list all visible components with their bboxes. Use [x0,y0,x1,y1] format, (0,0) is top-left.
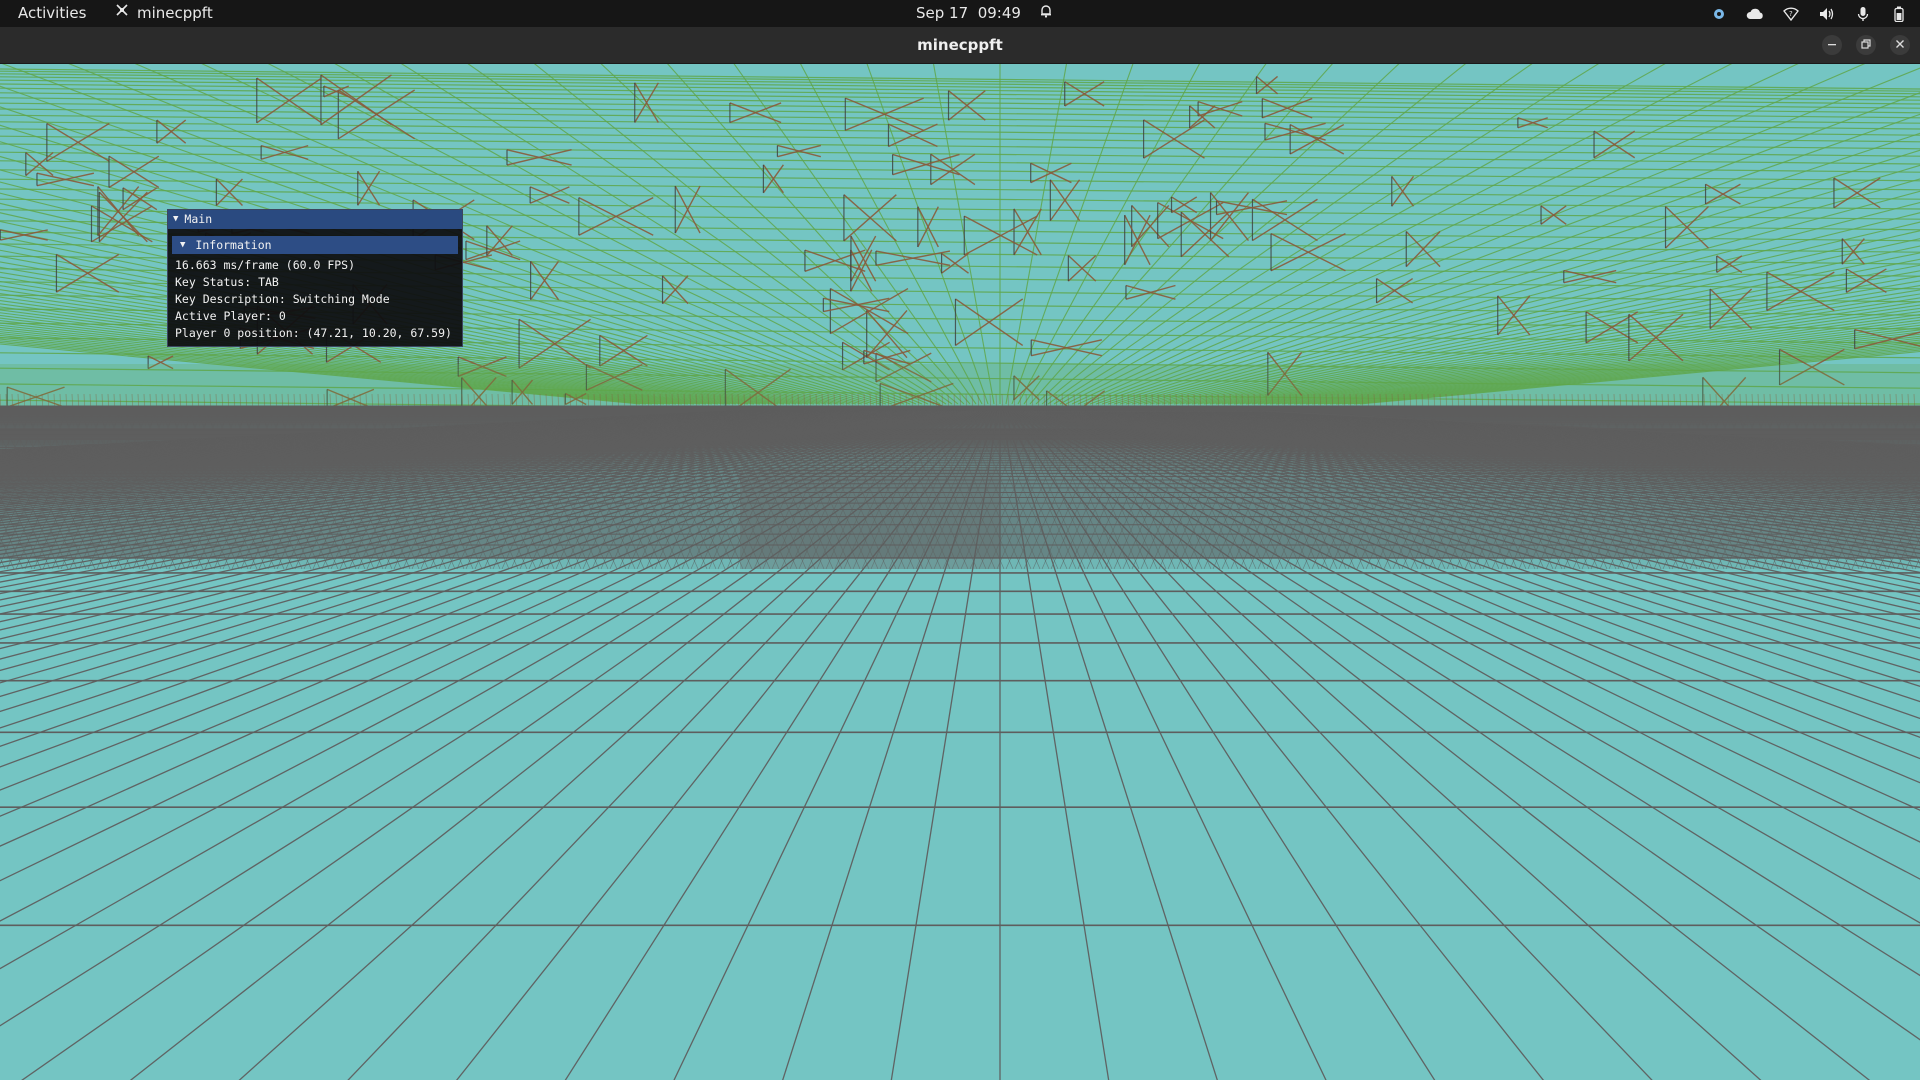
information-section-title: Information [195,238,272,252]
window-title: minecppft [917,36,1003,54]
information-lines: 16.663 ms/frame (60.0 FPS) Key Status: T… [168,254,462,342]
key-description-text: Key Description: Switching Mode [175,292,390,306]
battery-icon[interactable] [1890,5,1908,23]
player-position-text: Player 0 position: (47.21, 10.20, 67.59) [175,326,452,340]
app-icon [114,0,130,27]
clock-time: 09:49 [977,4,1021,22]
system-top-bar: Activities minecppft Sep 17 09:49 ? [0,0,1920,27]
notification-bell-icon [1039,0,1053,27]
expand-triangle-icon[interactable]: ▼ [180,236,185,254]
fps-text: 16.663 ms/frame (60.0 FPS) [175,258,356,272]
activities-button[interactable]: Activities [10,0,94,27]
svg-text:?: ? [1789,10,1793,18]
color-picker-icon[interactable] [1710,5,1728,23]
close-button[interactable] [1890,35,1910,55]
restore-icon [1861,38,1871,52]
clock-date: Sep 17 [916,4,969,22]
app-menu[interactable]: minecppft [114,0,213,27]
window-title-bar[interactable]: minecppft [0,27,1920,64]
clock-button[interactable]: Sep 17 09:49 [916,0,1053,27]
close-icon [1895,39,1905,52]
floor-grid [0,405,1920,1080]
restore-button[interactable] [1856,35,1876,55]
imgui-title-bar[interactable]: ▼ Main [168,210,462,229]
information-section-header[interactable]: ▼ Information [172,236,458,254]
key-status-text: Key Status: TAB [175,275,279,289]
window-controls [1822,35,1910,55]
game-viewport[interactable]: ▼ Main ▼ Information 16.663 ms/frame (60… [0,64,1920,1080]
collapse-triangle-icon[interactable]: ▼ [173,210,178,229]
minimize-button[interactable] [1822,35,1842,55]
imgui-window-title: Main [184,212,213,226]
system-tray[interactable]: ? [1710,0,1908,27]
imgui-main-window[interactable]: ▼ Main ▼ Information 16.663 ms/frame (60… [167,209,463,347]
cloud-icon[interactable] [1746,5,1764,23]
microphone-icon[interactable] [1854,5,1872,23]
active-player-text: Active Player: 0 [175,309,286,323]
minimize-icon [1827,39,1837,52]
wifi-icon[interactable]: ? [1782,5,1800,23]
app-menu-label: minecppft [137,4,213,22]
volume-icon[interactable] [1818,5,1836,23]
